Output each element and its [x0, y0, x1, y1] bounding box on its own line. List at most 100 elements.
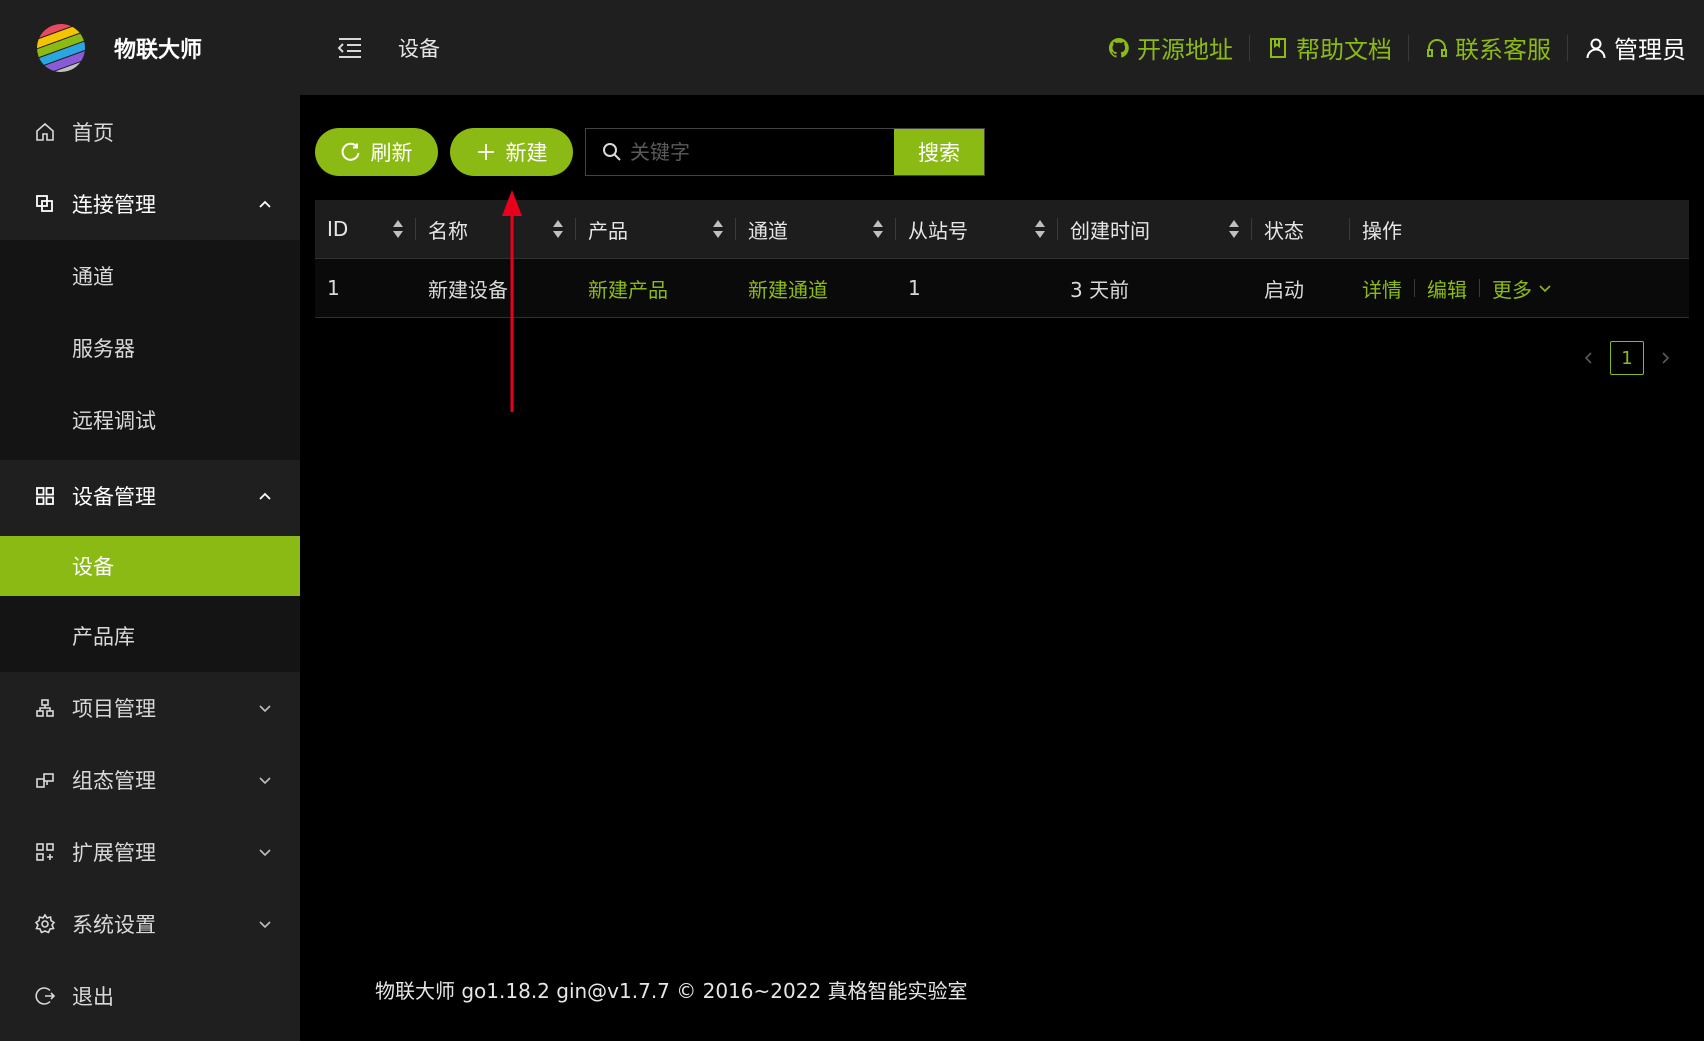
- sidebar-item-remote-debug[interactable]: 远程调试: [0, 384, 300, 456]
- support-link[interactable]: 联系客服: [1425, 30, 1551, 65]
- edit-link[interactable]: 编辑: [1427, 274, 1467, 303]
- sidebar-item-logout[interactable]: 退出: [0, 960, 300, 1032]
- prev-page-icon[interactable]: [1582, 351, 1596, 365]
- book-icon: [1270, 37, 1286, 58]
- divider: [1249, 34, 1250, 61]
- sort-icon[interactable]: [872, 218, 884, 240]
- next-page-icon[interactable]: [1658, 351, 1672, 365]
- device-grid-icon: [34, 485, 56, 507]
- column-header-slave[interactable]: 从站号: [896, 200, 1058, 258]
- refresh-button[interactable]: 刷新: [315, 128, 438, 176]
- headset-icon: [1427, 38, 1447, 57]
- cell-channel-link[interactable]: 新建通道: [736, 259, 896, 317]
- column-label: 产品: [588, 218, 628, 243]
- column-label: 操作: [1362, 218, 1402, 243]
- cell-created: 3 天前: [1070, 277, 1130, 302]
- sidebar-item-label: 项目管理: [72, 697, 156, 721]
- sort-icon[interactable]: [1228, 218, 1240, 240]
- menu-fold-icon[interactable]: [336, 34, 364, 62]
- header-link-label: 帮助文档: [1296, 36, 1392, 64]
- top-header: 设备 开源地址 帮助文档 联系客服 管理员: [300, 0, 1704, 95]
- sidebar-item-extension[interactable]: 扩展管理: [0, 816, 300, 888]
- sidebar-item-label: 退出: [72, 985, 114, 1009]
- sidebar-item-label: 服务器: [72, 337, 135, 361]
- column-header-name[interactable]: 名称: [416, 200, 576, 258]
- more-label: 更多: [1492, 277, 1532, 302]
- sidebar-item-server[interactable]: 服务器: [0, 312, 300, 384]
- sort-icon[interactable]: [1034, 218, 1046, 240]
- divider: [1414, 279, 1415, 297]
- new-button[interactable]: 新建: [450, 128, 573, 176]
- sidebar-item-channel[interactable]: 通道: [0, 240, 300, 312]
- new-button-label: 新建: [505, 142, 548, 165]
- header-link-label: 联系客服: [1455, 36, 1551, 64]
- detail-link[interactable]: 详情: [1362, 274, 1402, 303]
- divider: [1567, 34, 1568, 61]
- user-name: 管理员: [1614, 36, 1686, 64]
- column-header-id[interactable]: ID: [315, 200, 416, 258]
- toolbar: 刷新 新建 搜索: [315, 128, 985, 176]
- home-icon: [34, 121, 56, 143]
- annotation-arrow-icon: [502, 190, 522, 412]
- column-header-created[interactable]: 创建时间: [1058, 200, 1252, 258]
- column-header-channel[interactable]: 通道: [736, 200, 896, 258]
- cell-actions: 详情 编辑 更多: [1350, 259, 1689, 317]
- app-logo[interactable]: 物联大师: [0, 0, 300, 96]
- search-input[interactable]: [628, 139, 872, 165]
- sidebar-item-config[interactable]: 组态管理: [0, 744, 300, 816]
- column-label: 通道: [748, 218, 788, 243]
- more-dropdown[interactable]: 更多: [1492, 274, 1552, 303]
- sidebar-item-product-library[interactable]: 产品库: [0, 600, 300, 672]
- logout-icon: [34, 985, 56, 1007]
- sidebar-item-label: 通道: [72, 265, 114, 289]
- sidebar-item-label: 产品库: [72, 625, 135, 649]
- sidebar-item-home[interactable]: 首页: [0, 96, 300, 168]
- search-icon: [603, 143, 621, 161]
- plus-icon: [477, 144, 494, 160]
- chevron-down-icon: [259, 777, 271, 785]
- chevron-up-icon: [259, 200, 271, 208]
- sort-icon[interactable]: [392, 218, 404, 240]
- sort-icon[interactable]: [712, 218, 724, 240]
- cell-product-link[interactable]: 新建产品: [576, 259, 736, 317]
- divider: [1479, 279, 1480, 297]
- chevron-down-icon: [1539, 285, 1551, 293]
- sidebar-item-connection[interactable]: 连接管理: [0, 168, 300, 240]
- breadcrumb: 设备: [398, 36, 440, 61]
- sidebar-item-project[interactable]: 项目管理: [0, 672, 300, 744]
- column-label: 创建时间: [1070, 218, 1150, 243]
- sidebar-item-settings[interactable]: 系统设置: [0, 888, 300, 960]
- connection-icon: [34, 193, 56, 215]
- sort-icon[interactable]: [552, 218, 564, 240]
- app-name: 物联大师: [114, 38, 203, 63]
- gear-icon: [34, 913, 56, 935]
- search-field: [586, 129, 894, 175]
- user-icon: [1586, 38, 1606, 58]
- pagination: 1: [1568, 341, 1686, 375]
- sidebar-item-label: 组态管理: [72, 769, 156, 793]
- sidebar-item-device-management[interactable]: 设备管理: [0, 460, 300, 532]
- extension-icon: [34, 841, 56, 863]
- column-header-product[interactable]: 产品: [576, 200, 736, 258]
- cell-slave: 1: [908, 276, 921, 300]
- column-header-status: 状态: [1252, 200, 1350, 258]
- cell-id: 1: [327, 276, 340, 300]
- user-menu[interactable]: 管理员: [1584, 30, 1686, 65]
- sidebar-item-label: 远程调试: [72, 409, 156, 433]
- page-item-current[interactable]: 1: [1610, 341, 1644, 375]
- column-label: 状态: [1264, 218, 1304, 243]
- sidebar-item-label: 设备管理: [72, 485, 156, 509]
- refresh-button-label: 刷新: [370, 142, 413, 165]
- submenu-connection: 通道 服务器 远程调试: [0, 240, 300, 460]
- logo-icon: [34, 21, 88, 75]
- sidebar-item-label: 扩展管理: [72, 841, 156, 865]
- search-box: 搜索: [585, 128, 985, 176]
- column-label: ID: [327, 217, 349, 241]
- search-button[interactable]: 搜索: [894, 129, 984, 175]
- help-docs-link[interactable]: 帮助文档: [1266, 30, 1392, 65]
- sidebar-item-label: 设备: [72, 555, 114, 579]
- sidebar-item-device[interactable]: 设备: [0, 536, 300, 596]
- github-icon: [1108, 37, 1129, 58]
- header-link-label: 开源地址: [1137, 36, 1233, 64]
- github-link[interactable]: 开源地址: [1107, 30, 1233, 65]
